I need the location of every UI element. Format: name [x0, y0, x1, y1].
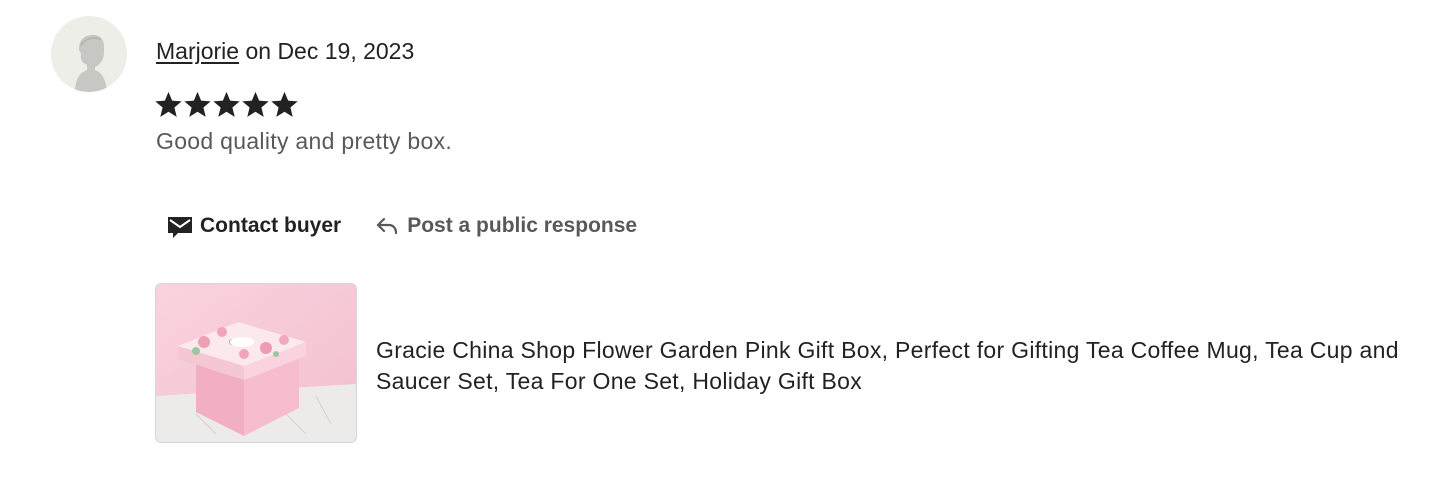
reviewer-name-link[interactable]: Marjorie — [156, 38, 239, 64]
default-avatar-icon — [51, 16, 127, 92]
review-actions: Contact buyer Post a public response — [156, 204, 647, 248]
listing-link[interactable]: Gracie China Shop Flower Garden Pink Gif… — [155, 283, 1425, 445]
post-public-response-label: Post a public response — [407, 214, 638, 237]
contact-buyer-label: Contact buyer — [200, 214, 342, 237]
envelope-message-icon — [166, 212, 194, 240]
star-filled-icon — [271, 91, 298, 117]
reply-arrow-icon — [373, 212, 401, 240]
star-filled-icon — [155, 91, 182, 117]
star-filled-icon — [184, 91, 211, 117]
reviewer-avatar[interactable] — [51, 16, 127, 92]
post-public-response-button[interactable]: Post a public response — [363, 204, 647, 248]
contact-buyer-button[interactable]: Contact buyer — [156, 204, 351, 248]
star-rating — [154, 90, 299, 120]
star-filled-icon — [213, 91, 240, 117]
listing-thumbnail[interactable] — [155, 283, 357, 443]
review-date: on Dec 19, 2023 — [239, 38, 415, 64]
star-filled-icon — [242, 91, 269, 117]
gift-box-image — [156, 284, 356, 442]
review-text: Good quality and pretty box. — [156, 128, 453, 154]
review-card: Marjorie on Dec 19, 2023 Good quality an… — [0, 0, 1445, 503]
review-byline: Marjorie on Dec 19, 2023 — [156, 36, 414, 66]
listing-title[interactable]: Gracie China Shop Flower Garden Pink Gif… — [376, 335, 1416, 397]
